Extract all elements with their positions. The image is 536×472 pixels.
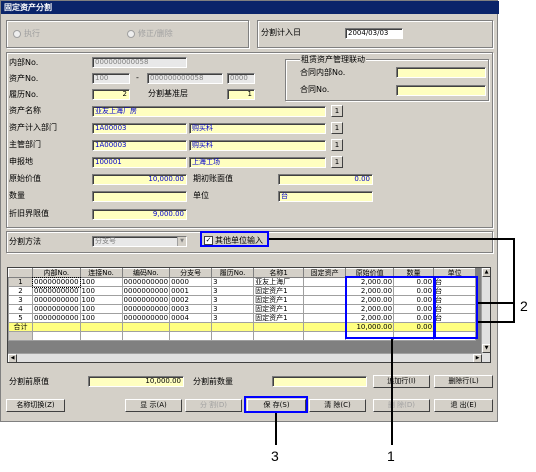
- callout-3: 3: [271, 448, 279, 464]
- callout-1: 1: [387, 448, 395, 464]
- callout-lines: [269, 238, 515, 445]
- callout-2: 2: [520, 298, 528, 314]
